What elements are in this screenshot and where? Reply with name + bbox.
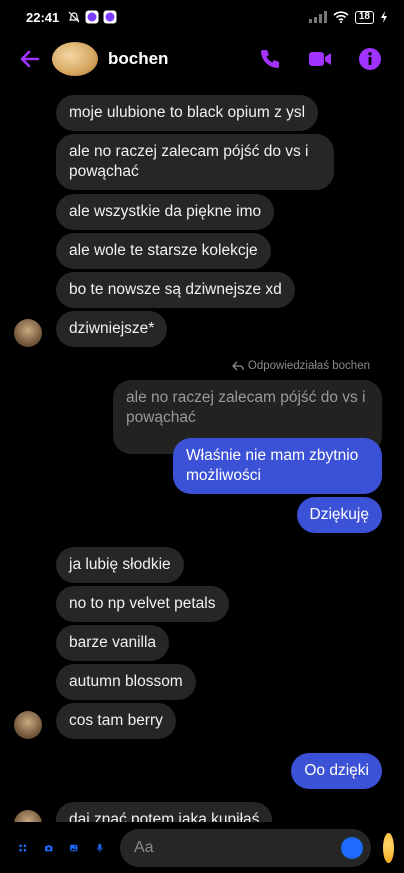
signal-icon [308, 11, 327, 23]
contact-mini-avatar [14, 711, 42, 739]
reply-arrow-icon [231, 361, 244, 371]
battery-level: 18 [354, 10, 374, 24]
contact-name[interactable]: bochen [108, 49, 168, 69]
notifications-muted-icon [68, 11, 80, 23]
status-time: 22:41 [26, 9, 60, 25]
camera-icon[interactable] [44, 835, 54, 861]
wifi-icon [333, 11, 349, 23]
incoming-message[interactable]: no to np velvet petals [56, 586, 229, 622]
back-arrow-icon[interactable] [16, 45, 44, 73]
message-input[interactable] [134, 838, 341, 857]
incoming-message[interactable]: daj znać potem jaka kupiłaś [56, 802, 273, 822]
microphone-icon[interactable] [95, 835, 105, 861]
phone-call-icon[interactable] [258, 47, 282, 71]
status-bar: 22:41 18 [0, 0, 404, 34]
apps-grid-icon[interactable] [18, 835, 28, 861]
status-indicators: 18 [308, 10, 388, 24]
header-actions [258, 47, 382, 71]
incoming-message[interactable]: ale wole te starsze kolekcje [56, 233, 271, 269]
chat-header: bochen [0, 34, 404, 84]
incoming-message[interactable]: autumn blossom [56, 664, 196, 700]
info-icon[interactable] [358, 47, 382, 71]
outgoing-message[interactable]: Dziękuję [296, 497, 382, 533]
emoji-picker-icon[interactable] [341, 836, 363, 859]
incoming-message[interactable]: ja lubię słodkie [56, 547, 184, 583]
outgoing-message[interactable]: Właśnie nie mam zbytnio możliwości [173, 438, 382, 494]
incoming-message[interactable]: cos tam berry [56, 703, 176, 739]
incoming-message[interactable]: barze vanilla [56, 625, 170, 661]
messenger-notification-icon [85, 10, 99, 24]
contact-avatar[interactable] [52, 42, 98, 76]
contact-mini-avatar [14, 810, 42, 822]
incoming-message[interactable]: ale no raczej zalecam pójść do vs i pową… [56, 134, 334, 190]
incoming-message[interactable]: bo te nowsze są dziwnejsze xd [56, 272, 295, 308]
incoming-message[interactable]: dziwniejsze* [56, 311, 168, 347]
reply-indicator: Odpowiedziałaś bochen [231, 360, 370, 372]
message-input-wrapper [120, 828, 371, 867]
contact-mini-avatar [14, 319, 42, 347]
composer-bar [0, 822, 404, 873]
incoming-message[interactable]: ale wszystkie da piękne imo [56, 194, 275, 230]
reply-indicator-text: Odpowiedziałaś bochen [247, 360, 370, 372]
video-call-icon[interactable] [308, 47, 332, 71]
charging-icon [381, 11, 387, 23]
gallery-icon[interactable] [69, 835, 79, 861]
incoming-message[interactable]: moje ulubione to black opium z ysl [56, 95, 319, 131]
messenger-notification-icon-2 [103, 10, 117, 24]
outgoing-message[interactable]: Oo dzięki [291, 753, 382, 789]
message-thread[interactable]: moje ulubione to black opium z ysl ale n… [0, 88, 404, 822]
quick-reaction-icon[interactable] [383, 832, 394, 863]
